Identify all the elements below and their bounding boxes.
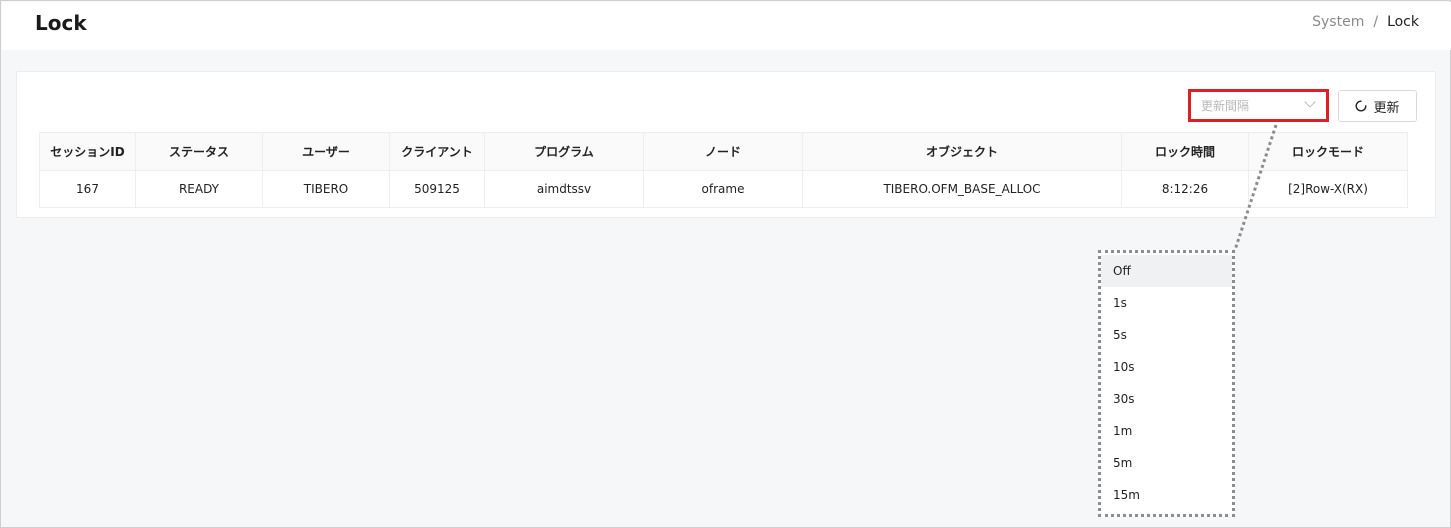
cell-lock-mode: [2]Row-X(RX) bbox=[1248, 170, 1408, 208]
column-header-session-id[interactable]: セッションID bbox=[39, 132, 136, 171]
column-header-node[interactable]: ノード bbox=[643, 132, 803, 171]
table-header-row: セッションID ステータス ユーザー クライアント プログラム ノード オブジェ… bbox=[39, 132, 1408, 171]
refresh-button-label: 更新 bbox=[1373, 99, 1400, 115]
breadcrumb-item-lock: Lock bbox=[1387, 14, 1419, 30]
dropdown-option-30s[interactable]: 30s bbox=[1101, 383, 1232, 415]
breadcrumb-separator: / bbox=[1373, 14, 1379, 30]
cell-node: oframe bbox=[643, 170, 803, 208]
dropdown-option-15m[interactable]: 15m bbox=[1101, 479, 1232, 511]
breadcrumb: System / Lock bbox=[1312, 14, 1419, 30]
column-header-lock-mode[interactable]: ロックモード bbox=[1248, 132, 1408, 171]
chevron-down-icon bbox=[1304, 96, 1316, 108]
table-row[interactable]: 167 READY TIBERO 509125 aimdtssv oframe … bbox=[39, 170, 1408, 208]
dropdown-option-1s[interactable]: 1s bbox=[1101, 287, 1232, 319]
lock-table: セッションID ステータス ユーザー クライアント プログラム ノード オブジェ… bbox=[39, 132, 1408, 208]
column-header-status[interactable]: ステータス bbox=[135, 132, 263, 171]
refresh-button[interactable]: 更新 bbox=[1338, 90, 1417, 122]
dropdown-option-5m[interactable]: 5m bbox=[1101, 447, 1232, 479]
cell-user: TIBERO bbox=[262, 170, 390, 208]
column-header-object[interactable]: オブジェクト bbox=[802, 132, 1122, 171]
refresh-interval-select[interactable]: 更新間隔 bbox=[1188, 89, 1329, 122]
dropdown-option-10s[interactable]: 10s bbox=[1101, 351, 1232, 383]
cell-session-id: 167 bbox=[39, 170, 136, 208]
dropdown-option-5s[interactable]: 5s bbox=[1101, 319, 1232, 351]
column-header-program[interactable]: プログラム bbox=[484, 132, 644, 171]
refresh-interval-placeholder: 更新間隔 bbox=[1201, 99, 1250, 113]
cell-program: aimdtssv bbox=[484, 170, 644, 208]
cell-object: TIBERO.OFM_BASE_ALLOC bbox=[802, 170, 1122, 208]
refresh-icon bbox=[1355, 100, 1367, 112]
cell-status: READY bbox=[135, 170, 263, 208]
page-title: Lock bbox=[35, 11, 87, 35]
dropdown-option-off[interactable]: Off bbox=[1101, 255, 1232, 287]
page-header: Lock System / Lock bbox=[2, 2, 1451, 50]
column-header-user[interactable]: ユーザー bbox=[262, 132, 390, 171]
cell-lock-time: 8:12:26 bbox=[1121, 170, 1249, 208]
breadcrumb-item-system[interactable]: System bbox=[1312, 14, 1364, 30]
column-header-client[interactable]: クライアント bbox=[389, 132, 485, 171]
refresh-interval-dropdown: Off 1s 5s 10s 30s 1m 5m 15m bbox=[1098, 250, 1235, 517]
dropdown-option-1m[interactable]: 1m bbox=[1101, 415, 1232, 447]
column-header-lock-time[interactable]: ロック時間 bbox=[1121, 132, 1249, 171]
cell-client: 509125 bbox=[389, 170, 485, 208]
